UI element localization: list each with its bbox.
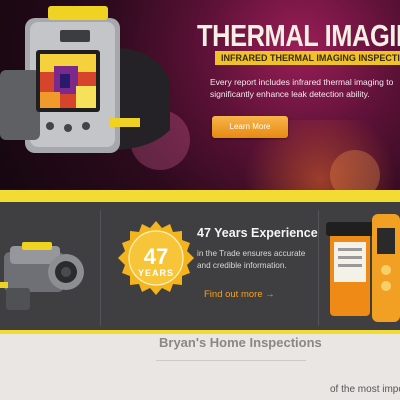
accent-stripe xyxy=(0,190,400,202)
hero-subtitle: INFRARED THERMAL IMAGING INSPECTIONS xyxy=(215,51,400,65)
accent-stripe xyxy=(0,330,400,334)
panel-divider xyxy=(318,210,319,326)
section-divider xyxy=(156,360,306,361)
find-out-more-link[interactable]: Find out more → xyxy=(204,289,275,300)
hero-banner: THERMAL IMAGING INFRARED THERMAL IMAGING… xyxy=(0,0,400,240)
experience-description: in the Trade ensures accurate and credib… xyxy=(197,249,306,270)
infrared-camera-image xyxy=(0,242,84,310)
hero-description: Every report includes infrared thermal i… xyxy=(210,77,394,99)
section-title: Bryan's Home Inspections xyxy=(159,335,322,350)
badge-label: YEARS xyxy=(137,268,174,278)
badge-number: 47 xyxy=(143,244,169,269)
moisture-meter-image xyxy=(326,214,400,322)
panel-divider xyxy=(100,210,101,326)
learn-more-button[interactable]: Learn More xyxy=(212,116,288,138)
intro-text-fragment: of the most import xyxy=(330,384,400,395)
experience-title: 47 Years Experience xyxy=(197,226,318,240)
page: THERMAL IMAGING INFRARED THERMAL IMAGING… xyxy=(0,0,400,400)
thermal-camera-image xyxy=(0,6,170,153)
hero-title: THERMAL IMAGING xyxy=(197,18,400,53)
